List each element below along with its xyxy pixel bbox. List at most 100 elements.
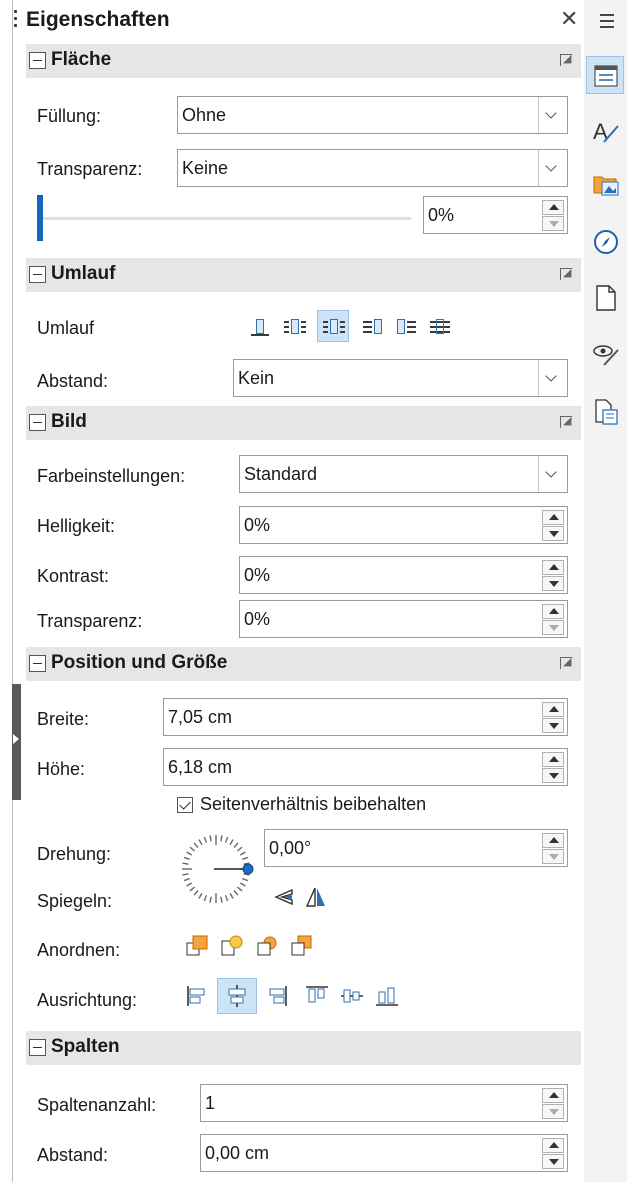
flip-label: Spiegeln: [37,891,113,911]
gallery-tab[interactable] [586,164,624,202]
deck-grip-icon[interactable] [14,10,18,32]
spin-up-icon[interactable] [542,560,564,575]
manage-changes-tab[interactable] [586,392,624,430]
keep-ratio-checkbox[interactable] [177,797,193,813]
align-left-icon[interactable] [183,982,211,1010]
chevron-down-icon[interactable] [538,97,567,133]
chevron-down-icon[interactable] [538,150,567,186]
image-transparency-spinbox[interactable]: 0% [239,600,568,638]
spin-down-icon[interactable] [542,718,564,733]
sidebar-collapse-handle[interactable] [12,684,21,800]
more-options-icon[interactable] [560,266,573,281]
collapse-icon[interactable] [29,414,46,431]
spin-up-icon[interactable] [542,833,564,848]
page-icon [596,285,616,311]
flip-horizontal-icon[interactable] [304,885,328,909]
dial-tick [220,835,223,842]
align-right-icon[interactable] [263,982,291,1010]
collapse-icon[interactable] [29,1039,46,1056]
rotation-dial[interactable] [176,829,256,909]
send-backward-icon[interactable] [255,933,281,959]
color-settings-combobox[interactable]: Standard [239,455,568,493]
contrast-spinbox[interactable]: 0% [239,556,568,594]
width-spinbox[interactable]: 7,05 cm [163,698,568,736]
flip-vertical-icon[interactable] [272,885,296,909]
spin-down-icon[interactable] [542,526,564,541]
wrap-parallel-icon[interactable] [282,314,306,338]
spin-up-icon[interactable] [542,510,564,525]
style-inspector-tab[interactable] [586,334,624,372]
transparency-label: Transparenz: [37,159,143,179]
spin-up-icon[interactable] [542,1138,564,1153]
properties-icon [594,65,618,87]
send-to-back-icon[interactable] [289,933,315,959]
navigator-tab[interactable] [586,222,624,260]
align-middle-icon[interactable] [338,982,366,1010]
spin-down-icon[interactable] [542,1104,564,1119]
spin-up-icon[interactable] [542,604,564,619]
spacing-combobox[interactable]: Kein [233,359,568,397]
dial-tick [233,889,239,896]
brightness-spinbox[interactable]: 0% [239,506,568,544]
spin-up-icon[interactable] [542,752,564,767]
collapse-icon[interactable] [29,655,46,672]
rotation-value: 0,00° [269,838,312,858]
spin-down-icon[interactable] [542,620,564,635]
column-spacing-value: 0,00 cm [205,1143,270,1163]
brightness-label: Helligkeit: [37,516,116,536]
styles-tab[interactable]: A [586,112,624,150]
wrap-before-icon[interactable] [361,314,385,338]
dial-tick [224,836,229,843]
transparency-slider-track[interactable] [43,217,411,220]
section-header-position[interactable]: Position und Größe [26,647,581,681]
column-spacing-spinbox[interactable]: 0,00 cm [200,1134,568,1172]
dial-tick [229,839,234,846]
rotation-spinbox[interactable]: 0,00° [264,829,568,867]
brightness-value: 0% [244,515,271,535]
spin-down-icon[interactable] [542,1154,564,1169]
arrange-label: Anordnen: [37,940,121,960]
page-tab[interactable] [586,278,624,316]
manage-changes-icon [595,399,618,425]
wrap-optimal-icon[interactable] [317,310,349,342]
dial-tick [242,856,249,861]
fill-combobox[interactable]: Ohne [177,96,568,134]
rotation-label: Drehung: [37,844,112,864]
spin-down-icon[interactable] [542,849,564,864]
wrap-after-icon[interactable] [394,314,418,338]
align-top-icon[interactable] [303,982,331,1010]
spin-down-icon[interactable] [542,576,564,591]
close-icon[interactable]: ✕ [560,6,578,32]
more-options-icon[interactable] [560,655,573,670]
more-options-icon[interactable] [560,414,573,429]
section-header-flaeche[interactable]: Fläche [26,44,581,78]
width-value: 7,05 cm [168,707,233,727]
chevron-down-icon[interactable] [538,456,567,492]
section-header-umlauf[interactable]: Umlauf [26,258,581,292]
wrap-through-icon[interactable] [427,314,451,338]
section-header-spalten[interactable]: Spalten [26,1031,581,1065]
align-bottom-icon[interactable] [373,982,401,1010]
column-count-spinbox[interactable]: 1 [200,1084,568,1122]
spin-up-icon[interactable] [542,200,564,215]
collapse-icon[interactable] [29,266,46,283]
spin-down-icon[interactable] [542,216,564,231]
section-header-bild[interactable]: Bild [26,406,581,440]
dial-tick [182,873,189,876]
collapse-icon[interactable] [29,52,46,69]
wrap-none-icon[interactable] [247,314,271,338]
spin-down-icon[interactable] [542,768,564,783]
properties-tab[interactable] [586,56,624,94]
menu-icon[interactable] [600,14,614,32]
more-options-icon[interactable] [560,52,573,67]
transparency-percent-spinbox[interactable]: 0% [423,196,568,234]
style-inspector-icon [593,345,619,366]
spin-up-icon[interactable] [542,702,564,717]
spin-up-icon[interactable] [542,1088,564,1103]
height-spinbox[interactable]: 6,18 cm [163,748,568,786]
bring-to-front-icon[interactable] [185,933,211,959]
transparency-combobox[interactable]: Keine [177,149,568,187]
chevron-down-icon[interactable] [538,360,567,396]
bring-forward-icon[interactable] [220,933,246,959]
align-center-button[interactable] [217,978,257,1014]
